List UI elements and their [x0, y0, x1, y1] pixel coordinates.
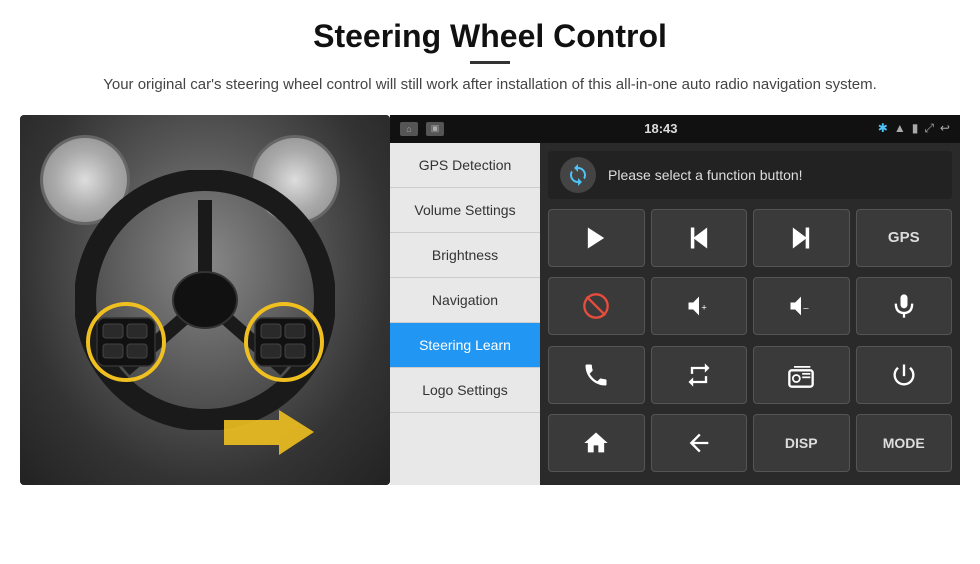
page-header: Steering Wheel Control Your original car… — [0, 0, 980, 107]
vol-down-button[interactable]: – — [753, 277, 850, 335]
mic-button[interactable] — [856, 277, 953, 335]
yellow-arrow-svg — [224, 405, 314, 460]
menu-item-steering-learn[interactable]: Steering Learn — [390, 323, 540, 368]
play-icon — [582, 224, 610, 252]
vol-down-icon: – — [787, 292, 815, 320]
page-subtitle: Your original car's steering wheel contr… — [60, 74, 920, 97]
radio-ui: ⌂ ▣ 18:43 ✱ ▲ ▮ ⤢ ↩ GPS Detection Volume… — [390, 115, 960, 485]
radio-button[interactable] — [753, 346, 850, 404]
phone-icon — [582, 361, 610, 389]
svg-text:+: + — [701, 303, 706, 313]
menu-item-navigation[interactable]: Navigation — [390, 278, 540, 323]
status-bar: ⌂ ▣ 18:43 ✱ ▲ ▮ ⤢ ↩ — [390, 115, 960, 143]
home-status-icon[interactable]: ⌂ — [400, 122, 418, 136]
radio-icon — [787, 361, 815, 389]
steering-wheel-image — [20, 115, 390, 485]
bluetooth-icon: ✱ — [878, 121, 888, 136]
back-icon: ↩ — [940, 121, 950, 136]
svg-text:–: – — [804, 303, 810, 313]
menu-item-brightness[interactable]: Brightness — [390, 233, 540, 278]
disp-button[interactable]: DISP — [753, 414, 850, 472]
radio-menu: GPS Detection Volume Settings Brightness… — [390, 143, 540, 485]
steering-wheel — [75, 170, 335, 430]
menu-item-gps-detection[interactable]: GPS Detection — [390, 143, 540, 188]
phone-button[interactable] — [548, 346, 645, 404]
back-nav-button[interactable] — [651, 414, 748, 472]
play-button[interactable] — [548, 209, 645, 267]
sync-icon[interactable] — [560, 157, 596, 193]
skip-forward-icon — [787, 224, 815, 252]
steering-wheel-svg — [75, 170, 335, 430]
back-nav-icon — [685, 429, 713, 457]
menu-item-volume-settings[interactable]: Volume Settings — [390, 188, 540, 233]
arrow-indicator — [224, 405, 314, 465]
home-button[interactable] — [548, 414, 645, 472]
skip-back-button[interactable] — [651, 209, 748, 267]
status-icons-left: ⌂ ▣ — [400, 122, 444, 136]
mic-icon — [890, 292, 918, 320]
radio-panel: Please select a function button! — [540, 143, 960, 485]
mute-button[interactable] — [548, 277, 645, 335]
gps-button[interactable]: GPS — [856, 209, 953, 267]
panel-prompt: Please select a function button! — [608, 167, 803, 183]
button-grid: GPS + — [548, 209, 952, 477]
content-area: ⌂ ▣ 18:43 ✱ ▲ ▮ ⤢ ↩ GPS Detection Volume… — [20, 115, 960, 485]
status-icons-right: ✱ ▲ ▮ ⤢ ↩ — [878, 121, 950, 136]
disp-label: DISP — [785, 435, 818, 451]
power-button[interactable] — [856, 346, 953, 404]
vol-up-button[interactable]: + — [651, 277, 748, 335]
title-divider — [470, 61, 510, 64]
sync-svg — [566, 163, 590, 187]
menu-item-logo-settings[interactable]: Logo Settings — [390, 368, 540, 413]
wifi-icon: ▲ — [894, 121, 906, 136]
gps-label: GPS — [888, 229, 920, 246]
radio-content: GPS Detection Volume Settings Brightness… — [390, 143, 960, 485]
repeat-button[interactable] — [651, 346, 748, 404]
page-title: Steering Wheel Control — [60, 18, 920, 55]
vol-up-icon: + — [685, 292, 713, 320]
mode-label: MODE — [883, 435, 925, 451]
battery-icon: ▮ — [912, 121, 919, 136]
power-icon — [890, 361, 918, 389]
skip-back-icon — [685, 224, 713, 252]
status-time: 18:43 — [644, 121, 677, 136]
screen-status-icon[interactable]: ▣ — [426, 122, 444, 136]
home-icon — [582, 429, 610, 457]
mode-button[interactable]: MODE — [856, 414, 953, 472]
skip-forward-button[interactable] — [753, 209, 850, 267]
panel-header: Please select a function button! — [548, 151, 952, 199]
expand-icon: ⤢ — [924, 121, 934, 136]
repeat-icon — [685, 361, 713, 389]
mute-icon — [582, 292, 610, 320]
